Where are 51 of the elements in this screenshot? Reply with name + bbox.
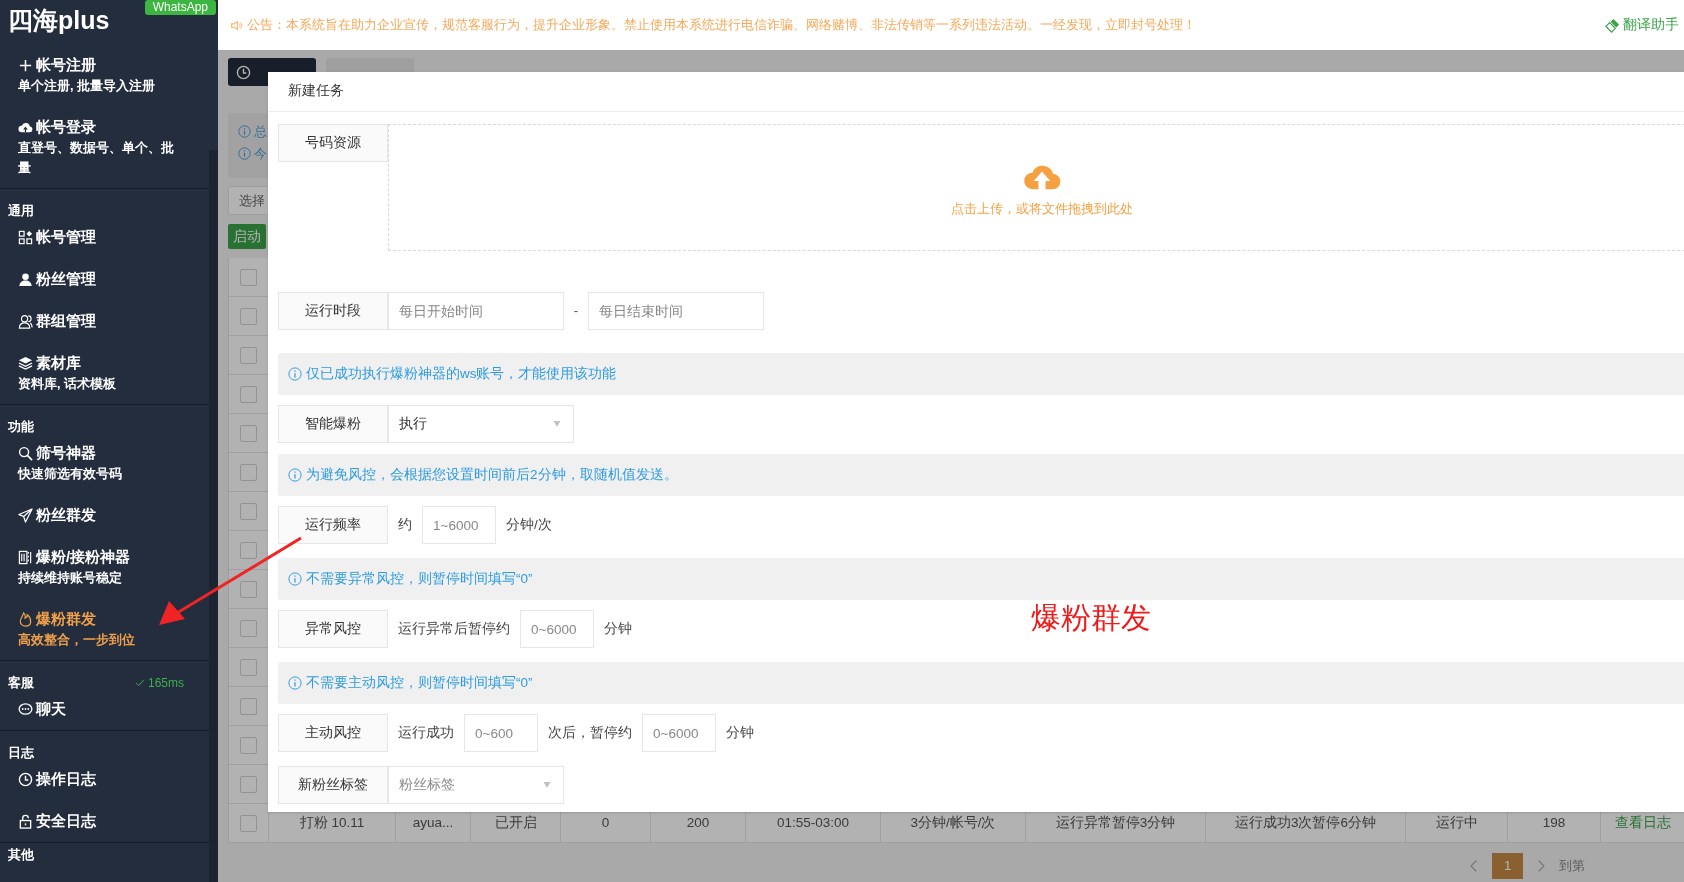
field-label: 主动风控 [278,714,388,752]
section-heading: 其他 [8,846,34,864]
field-label: 运行频率 [278,506,388,544]
field-label: 运行时段 [278,292,388,330]
section-heading: 日志 [8,743,34,762]
dialog-title: 新建任务 [288,82,344,101]
info-text: 不需要异常风控，则暂停时间填写“0” [306,569,533,588]
item-description: 直登号、数据号、单个、批量 [18,140,175,177]
platform-badge: WhatsApp [144,0,216,15]
field-label: 智能爆粉 [278,405,388,443]
field-label: 号码资源 [278,124,388,162]
section-heading: 通用 [8,201,34,220]
section-heading: 功能 [8,417,34,436]
table-cell-text: ayua... [412,813,454,832]
field-label: 异常风控 [278,610,388,648]
upload-hint: 点击上传，或将文件拖拽到此处 [951,201,1133,219]
field-text: 分钟 [604,619,632,638]
summary-text: 今 [254,144,267,163]
table-cell-text: 运行异常暂停3分钟 [1055,813,1176,832]
item-description: 快速筛选有效号码 [18,466,123,483]
field-text: 约 [398,515,412,534]
announcement-text: 公告：本系统旨在助力企业宣传，规范客服行为，提升企业形象。禁止使用本系统进行电信诈骗、网络赌博、非法传销等一系列违法活动。一经发现，立即封号处理！ [247,16,1197,35]
table-cell-text: 运行中 [1435,813,1478,832]
field-text: 分钟 [726,723,754,742]
table-cell-text: 200 [686,813,710,832]
range-separator: - [572,301,580,320]
item-description: 单个注册, 批量导入注册 [18,78,156,95]
summary-text: 总 [254,123,267,141]
item-description: 资料库, 话术模板 [18,376,117,393]
table-cell-text: 3分钟/帐号/次 [910,813,996,832]
table-cell-text: 打粉 10.11 [299,813,365,832]
field-text: 运行异常后暂停约 [398,619,510,638]
field-text: 运行成功 [398,723,454,742]
table-cell-text: 已开启 [494,813,537,832]
info-text: 仅已成功执行爆粉神器的ws账号，才能使用该功能 [306,364,617,383]
field-text: 分钟/次 [506,515,552,534]
section-heading: 客服 [8,673,34,692]
table-cell-text: 198 [1542,813,1566,832]
field-text: 次后，暂停约 [548,723,632,742]
item-description: 持续维持账号稳定 [18,570,123,587]
annotation-text: 爆粉群发 [1031,600,1151,636]
goto-page-label: 到第 [1559,857,1585,876]
info-text: 不需要主动风控，则暂停时间填写“0” [306,673,533,692]
table-cell-text: 运行成功3次暂停6分钟 [1235,813,1376,832]
info-text: 为避免风控，会根据您设置时间前后2分钟，取随机值发送。 [306,465,678,484]
item-description: 高效整合，一步到位 [18,631,136,649]
app-logo: 四海plus [8,5,110,36]
latency-status: 165ms [134,672,184,693]
table-cell-text: 01:55-03:00 [776,813,850,832]
field-label: 新粉丝标签 [278,766,388,804]
table-cell-text: 0 [601,813,610,832]
